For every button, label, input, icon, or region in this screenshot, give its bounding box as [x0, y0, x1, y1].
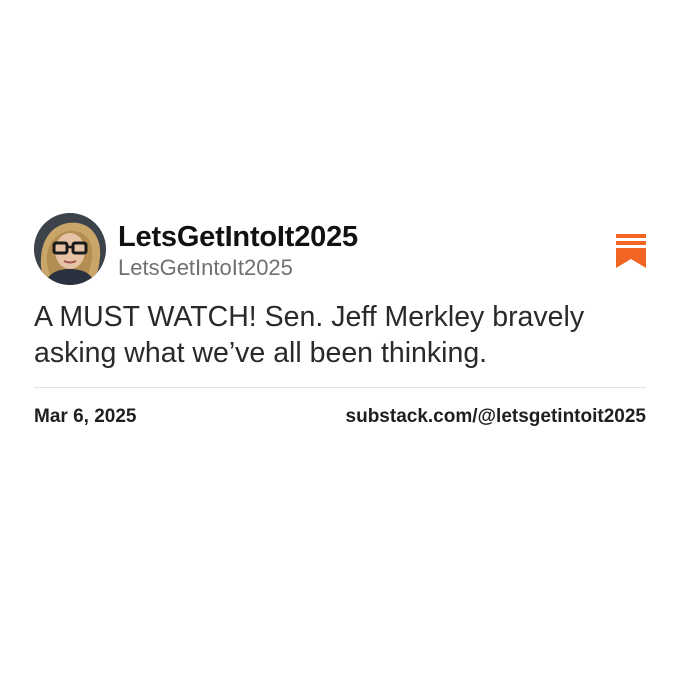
divider — [34, 387, 646, 388]
post-date: Mar 6, 2025 — [34, 406, 137, 427]
avatar-image — [34, 213, 106, 285]
post-header: LetsGetIntoIt2025 LetsGetIntoIt2025 — [34, 213, 646, 287]
post-card: LetsGetIntoIt2025 LetsGetIntoIt2025 A MU… — [34, 213, 646, 429]
post-footer: Mar 6, 2025 substack.com/@letsgetintoit2… — [34, 405, 646, 429]
source-link[interactable]: substack.com/@letsgetintoit2025 — [346, 405, 646, 429]
author-info: LetsGetIntoIt2025 LetsGetIntoIt2025 — [118, 220, 358, 282]
substack-bookmark-icon[interactable] — [616, 234, 646, 268]
author-handle[interactable]: LetsGetIntoIt2025 — [118, 254, 358, 282]
avatar[interactable] — [34, 213, 106, 285]
post-text: A MUST WATCH! Sen. Jeff Merkley bravely … — [34, 301, 585, 369]
substack-logo-shape — [616, 234, 646, 268]
display-name[interactable]: LetsGetIntoIt2025 — [118, 220, 358, 254]
